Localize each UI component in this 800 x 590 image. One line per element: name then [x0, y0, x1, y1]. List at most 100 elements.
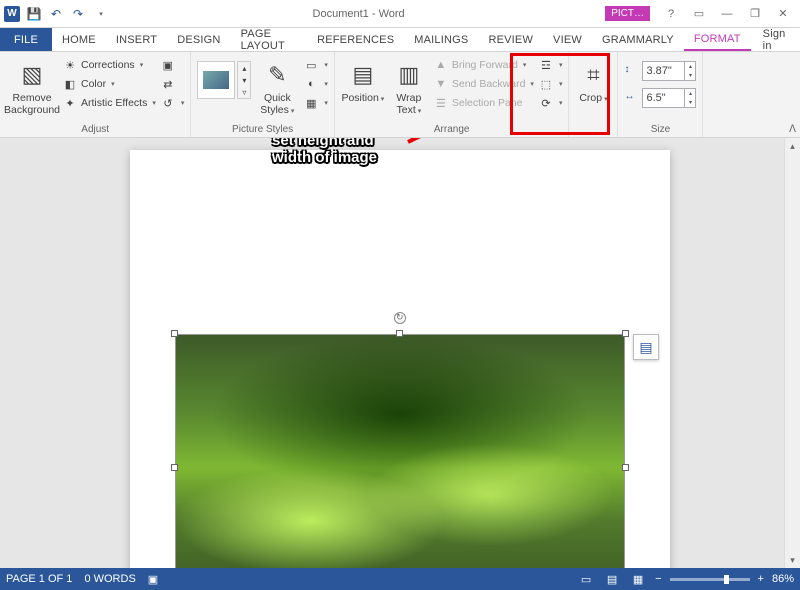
- scroll-up-icon[interactable]: ▴: [785, 138, 800, 154]
- tab-format[interactable]: FORMAT: [684, 28, 751, 51]
- picture-content: [175, 334, 625, 568]
- minimize-button[interactable]: —: [714, 4, 740, 24]
- resize-handle[interactable]: [622, 330, 629, 337]
- corrections-button[interactable]: ☀Corrections: [62, 57, 156, 73]
- restore-button[interactable]: ❐: [742, 4, 768, 24]
- bring-forward-button[interactable]: ▲Bring Forward: [433, 57, 534, 73]
- tab-insert[interactable]: INSERT: [106, 28, 167, 51]
- ribbon-display-options-button[interactable]: ▭: [686, 4, 712, 24]
- align-icon: ☲: [538, 57, 554, 73]
- qat-customize-icon[interactable]: [92, 6, 108, 22]
- selected-picture[interactable]: ▤: [175, 334, 625, 568]
- group-adjust: ▧ Remove Background ☀Corrections ◧Color …: [0, 52, 191, 137]
- word-count[interactable]: 0 WORDS: [84, 573, 135, 585]
- tab-home[interactable]: HOME: [52, 28, 106, 51]
- position-icon: ▤: [347, 59, 379, 91]
- align-button[interactable]: ☲: [538, 57, 563, 73]
- read-mode-button[interactable]: ▭: [577, 572, 595, 586]
- width-value[interactable]: 6.5": [643, 92, 684, 104]
- vertical-scrollbar[interactable]: ▴ ▾: [784, 138, 800, 568]
- group-crop: ⌗ Crop: [569, 52, 618, 137]
- rotate-button[interactable]: ⟳: [538, 95, 563, 111]
- group-icon: ⬚: [538, 76, 554, 92]
- width-icon: ↔: [624, 91, 638, 105]
- reset-picture-icon: ↺: [160, 95, 176, 111]
- annotation-arrow-icon: [400, 138, 530, 150]
- spellcheck-icon[interactable]: ▣: [148, 573, 158, 586]
- ribbon: ▧ Remove Background ☀Corrections ◧Color …: [0, 52, 800, 138]
- tab-page-layout[interactable]: PAGE LAYOUT: [231, 28, 308, 51]
- resize-handle[interactable]: [171, 464, 178, 471]
- picture-effects-icon: ◐: [303, 76, 319, 92]
- quick-styles-label: Quick Styles: [255, 93, 299, 116]
- height-up-icon[interactable]: ▴: [685, 62, 695, 71]
- remove-background-button[interactable]: ▧ Remove Background: [6, 55, 58, 116]
- tab-file[interactable]: FILE: [0, 28, 52, 51]
- wrap-text-button[interactable]: ▥ Wrap Text: [389, 55, 429, 116]
- print-layout-button[interactable]: ▤: [603, 572, 621, 586]
- compress-pictures-button[interactable]: ▣: [160, 57, 185, 73]
- position-button[interactable]: ▤ Position: [341, 55, 385, 105]
- width-down-icon[interactable]: ▾: [685, 98, 695, 107]
- wrap-text-label: Wrap Text: [389, 93, 429, 116]
- width-input[interactable]: 6.5" ▴▾: [642, 88, 696, 108]
- web-layout-button[interactable]: ▦: [629, 572, 647, 586]
- width-up-icon[interactable]: ▴: [685, 89, 695, 98]
- height-input[interactable]: 3.87" ▴▾: [642, 61, 696, 81]
- tab-grammarly[interactable]: GRAMMARLY: [592, 28, 684, 51]
- send-backward-button[interactable]: ▼Send Backward: [433, 76, 534, 92]
- tab-mailings[interactable]: MAILINGS: [404, 28, 478, 51]
- zoom-slider[interactable]: [670, 578, 750, 581]
- layout-options-button[interactable]: ▤: [633, 334, 659, 360]
- quick-styles-button[interactable]: ✎ Quick Styles: [255, 55, 299, 116]
- rotate-icon: ⟳: [538, 95, 554, 111]
- picture-layout-icon: ▦: [303, 95, 319, 111]
- gallery-scroll[interactable]: ▴▾▿: [237, 61, 251, 99]
- save-icon[interactable]: 💾: [26, 6, 42, 22]
- height-value[interactable]: 3.87": [643, 65, 684, 77]
- group-label-adjust: Adjust: [6, 122, 184, 135]
- height-down-icon[interactable]: ▾: [685, 71, 695, 80]
- tab-review[interactable]: REVIEW: [478, 28, 543, 51]
- undo-icon[interactable]: ↶: [48, 6, 64, 22]
- picture-effects-button[interactable]: ◐: [303, 76, 328, 92]
- rotation-handle[interactable]: [394, 312, 406, 324]
- height-row: ↕ 3.87" ▴▾: [624, 61, 696, 81]
- redo-icon[interactable]: ↷: [70, 6, 86, 22]
- group-objects-button[interactable]: ⬚: [538, 76, 563, 92]
- window-controls: PICT… ? ▭ — ❐ ✕: [605, 4, 800, 24]
- zoom-out-button[interactable]: −: [655, 573, 661, 585]
- corrections-icon: ☀: [62, 57, 78, 73]
- wrap-text-icon: ▥: [393, 59, 425, 91]
- zoom-level[interactable]: 86%: [772, 573, 794, 585]
- close-button[interactable]: ✕: [770, 4, 796, 24]
- tab-design[interactable]: DESIGN: [167, 28, 230, 51]
- page-indicator[interactable]: PAGE 1 OF 1: [6, 573, 72, 585]
- word-logo-icon: W: [4, 6, 20, 22]
- scroll-down-icon[interactable]: ▾: [785, 552, 800, 568]
- picture-border-button[interactable]: ▭: [303, 57, 328, 73]
- artistic-effects-button[interactable]: ✦Artistic Effects: [62, 95, 156, 111]
- resize-handle[interactable]: [171, 330, 178, 337]
- color-button[interactable]: ◧Color: [62, 76, 156, 92]
- selection-pane-button[interactable]: ☰Selection Pane: [433, 95, 534, 111]
- remove-background-label: Remove Background: [4, 93, 60, 116]
- change-picture-icon: ⇄: [160, 76, 176, 92]
- resize-handle[interactable]: [622, 464, 629, 471]
- picture-styles-gallery[interactable]: ▴▾▿: [197, 55, 251, 99]
- sign-in-link[interactable]: Sign in: [751, 28, 800, 51]
- zoom-in-button[interactable]: +: [758, 573, 764, 585]
- picture-layout-button[interactable]: ▦: [303, 95, 328, 111]
- tab-view[interactable]: VIEW: [543, 28, 592, 51]
- group-label-picture-styles: Picture Styles: [197, 122, 328, 135]
- width-row: ↔ 6.5" ▴▾: [624, 88, 696, 108]
- reset-picture-button[interactable]: ↺: [160, 95, 185, 111]
- help-button[interactable]: ?: [658, 4, 684, 24]
- resize-handle[interactable]: [396, 330, 403, 337]
- ribbon-tabs: FILE HOME INSERT DESIGN PAGE LAYOUT REFE…: [0, 28, 800, 52]
- style-thumb[interactable]: [197, 61, 235, 99]
- crop-button[interactable]: ⌗ Crop: [575, 55, 611, 105]
- tab-references[interactable]: REFERENCES: [307, 28, 404, 51]
- collapse-ribbon-icon[interactable]: ᐱ: [789, 124, 796, 135]
- change-picture-button[interactable]: ⇄: [160, 76, 185, 92]
